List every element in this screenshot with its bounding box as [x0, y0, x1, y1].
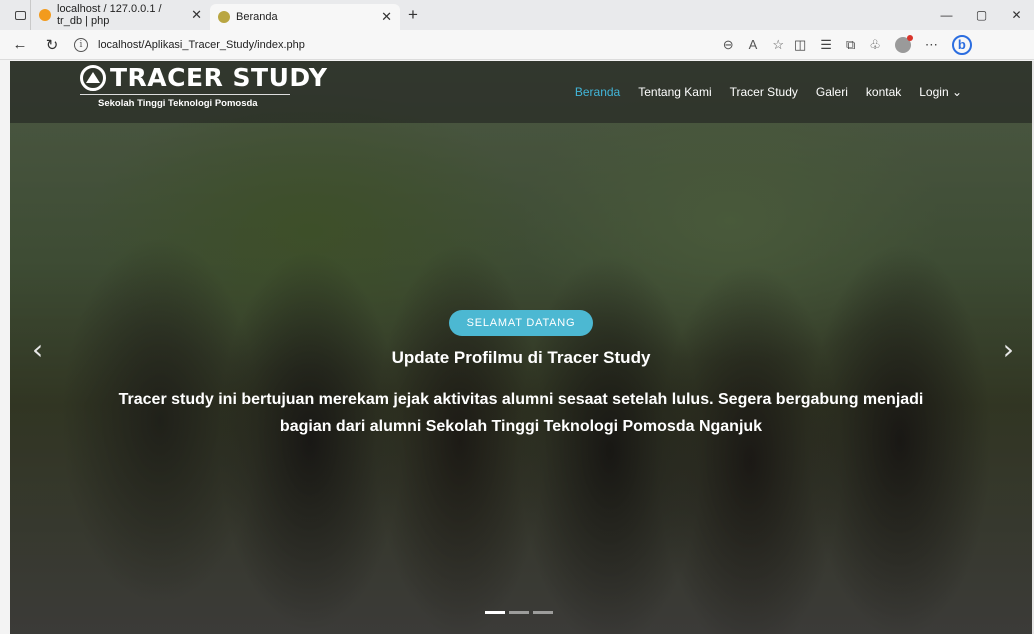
tab-title: localhost / 127.0.0.1 / tr_db | php — [57, 3, 162, 27]
logo-divider — [80, 94, 290, 95]
favorites-icon[interactable]: ☰ — [820, 37, 832, 53]
carousel-indicator[interactable] — [533, 611, 553, 614]
hero-text: Tracer study ini bertujuan merekam jejak… — [118, 391, 924, 435]
close-tab-icon[interactable]: ✕ — [381, 9, 392, 25]
welcome-badge: SELAMAT DATANG — [448, 310, 594, 336]
site-logo[interactable]: TRACER STUDY Sekolah Tinggi Teknologi Po… — [80, 63, 327, 109]
back-icon[interactable]: ← — [8, 33, 32, 57]
nav-galeri[interactable]: Galeri — [816, 85, 848, 99]
logo-subtitle: Sekolah Tinggi Teknologi Pomosda — [98, 98, 258, 109]
nav-tentang-kami[interactable]: Tentang Kami — [638, 85, 711, 99]
carousel-indicators — [485, 611, 553, 614]
hero-carousel: TRACER STUDY Sekolah Tinggi Teknologi Po… — [10, 61, 1032, 634]
window-controls: — ▢ ✕ — [929, 0, 1034, 30]
zoom-icon[interactable]: ⊖ — [723, 37, 734, 53]
profile-avatar[interactable] — [894, 34, 913, 53]
tab-beranda[interactable]: Beranda ✕ — [210, 4, 400, 30]
browser-tab-bar: localhost / 127.0.0.1 / tr_db | php ✕ Be… — [0, 0, 1034, 30]
phpmyadmin-favicon-icon — [39, 9, 51, 21]
restore-button[interactable]: ▢ — [964, 0, 999, 30]
favorite-star-icon[interactable]: ☆ — [772, 37, 784, 53]
logo-title: TRACER STUDY — [110, 63, 328, 92]
tab-phpmyadmin[interactable]: localhost / 127.0.0.1 / tr_db | php ✕ — [30, 0, 210, 30]
main-nav: Beranda Tentang Kami Tracer Study Galeri… — [575, 85, 962, 99]
tab-title: Beranda — [236, 11, 278, 23]
collections-icon[interactable]: ⧉ — [846, 37, 855, 53]
nav-kontak[interactable]: kontak — [866, 85, 901, 99]
hero-heading: Update Profilmu di Tracer Study — [391, 348, 651, 367]
address-bar: ← ↻ i localhost/Aplikasi_Tracer_Study/in… — [0, 30, 1034, 60]
more-icon[interactable]: ⋯ — [925, 37, 938, 53]
nav-login[interactable]: Login ⌄ — [919, 85, 962, 99]
read-aloud-icon[interactable]: A — [749, 37, 758, 53]
extensions-icon[interactable]: ♧ — [869, 37, 881, 53]
site-header: TRACER STUDY Sekolah Tinggi Teknologi Po… — [10, 61, 1032, 123]
nav-beranda[interactable]: Beranda — [575, 85, 620, 99]
url-field[interactable]: i localhost/Aplikasi_Tracer_Study/index.… — [74, 33, 794, 57]
info-icon[interactable]: i — [74, 37, 88, 52]
url-text: localhost/Aplikasi_Tracer_Study/index.ph… — [98, 38, 305, 51]
bing-copilot-icon[interactable]: b — [951, 34, 972, 55]
college-seal-icon — [80, 64, 106, 91]
carousel-indicator[interactable] — [509, 611, 529, 614]
close-button[interactable]: ✕ — [999, 0, 1034, 30]
close-tab-icon[interactable]: ✕ — [191, 7, 202, 23]
hero-caption: SELAMAT DATANG Update Profilmu di Tracer… — [10, 310, 1032, 440]
tab-actions-icon[interactable] — [10, 5, 30, 25]
split-screen-icon[interactable]: ◫ — [794, 37, 806, 53]
refresh-icon[interactable]: ↻ — [40, 33, 64, 57]
new-tab-button[interactable]: + — [408, 5, 418, 25]
minimize-button[interactable]: — — [929, 0, 964, 30]
nav-tracer-study[interactable]: Tracer Study — [730, 85, 798, 99]
carousel-indicator[interactable] — [485, 611, 505, 614]
site-favicon-icon — [218, 11, 230, 23]
